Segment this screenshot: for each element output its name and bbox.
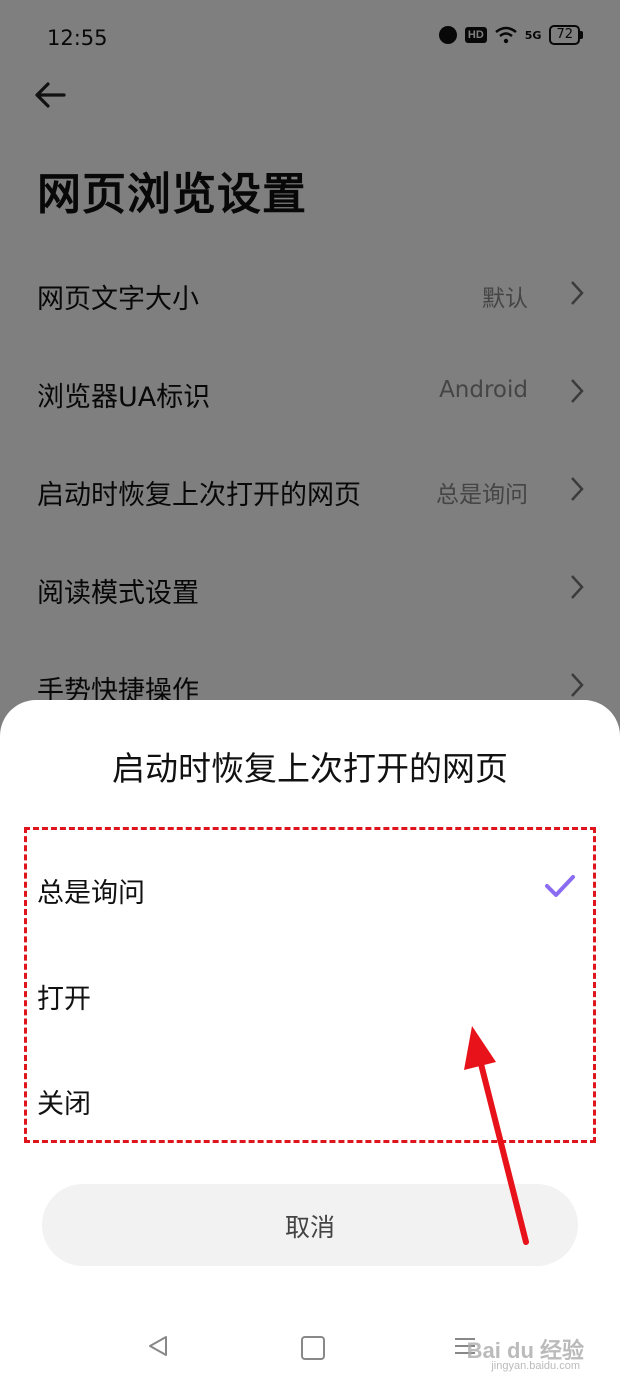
annotation-arrow-icon [464,1026,529,1245]
nav-back-icon[interactable] [146,1334,170,1358]
watermark-url: jingyan.baidu.com [491,1360,580,1372]
sheet-title: 启动时恢复上次打开的网页 [112,749,508,788]
nav-home-icon[interactable] [301,1336,325,1360]
screen: 12:55 HD 5G 72 网页浏览设置 网页文字大小 默认 浏览器UA标识 … [0,0,620,1386]
